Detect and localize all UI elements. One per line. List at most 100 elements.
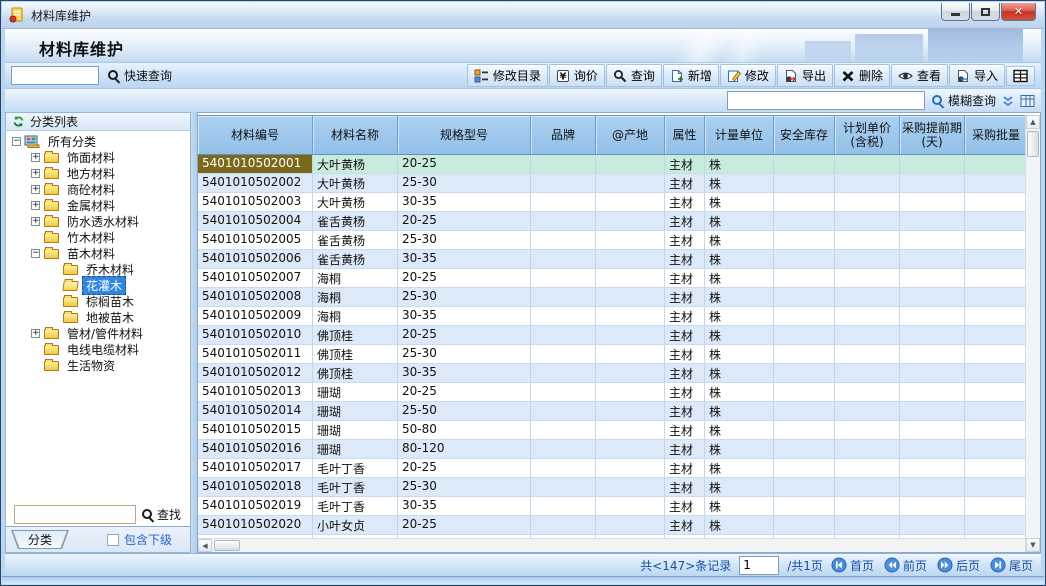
table-row[interactable]: 5401010502010佛顶桂20-25主材株 [198, 326, 1028, 345]
column-header-6[interactable]: 属性 [665, 115, 705, 155]
column-header-4[interactable]: 品牌 [531, 115, 596, 155]
chevron-double-down-icon[interactable] [1002, 95, 1014, 107]
column-header-10[interactable]: 采购提前期(天) [900, 115, 965, 155]
quick-search-input[interactable] [11, 66, 99, 85]
maximize-button[interactable] [971, 3, 1000, 21]
last-page-button[interactable]: 尾页 [990, 557, 1033, 574]
expand-icon[interactable]: + [31, 217, 40, 226]
table-cell: 30-35 [398, 307, 531, 326]
column-header-7[interactable]: 计量单位 [705, 115, 774, 155]
table-cell [774, 478, 835, 497]
expand-icon[interactable]: + [31, 169, 40, 178]
table-row[interactable]: 5401010502016珊瑚80-120主材株 [198, 440, 1028, 459]
window-bottom-edge [2, 576, 1044, 584]
collapse-icon[interactable]: − [31, 249, 40, 258]
include-sublevel-checkbox[interactable] [107, 534, 119, 546]
minimize-button[interactable] [941, 3, 970, 21]
close-button[interactable]: ✕ [1001, 3, 1036, 21]
column-header-8[interactable]: 安全库存 [774, 115, 835, 155]
column-header-3[interactable]: 规格型号 [398, 115, 531, 155]
table-row[interactable]: 5401010502009海桐30-35主材株 [198, 307, 1028, 326]
view-button[interactable]: 查看 [891, 64, 948, 87]
column-header-11[interactable]: 采购批量 [965, 115, 1028, 155]
table-cell [835, 516, 900, 535]
scroll-left-arrow[interactable]: ◀ [198, 539, 212, 552]
table-cell [596, 440, 665, 459]
next-page-button[interactable]: 后页 [937, 557, 980, 574]
vertical-scroll-thumb[interactable] [1027, 131, 1039, 157]
column-header-9[interactable]: 计划单价(含税) [835, 115, 900, 155]
grid-view-button[interactable] [1006, 66, 1035, 86]
find-button[interactable]: 查找 [141, 506, 181, 523]
import-button[interactable]: 导入 [949, 64, 1005, 87]
tab-category[interactable]: 分类 [11, 530, 69, 549]
collapse-icon[interactable]: − [12, 137, 21, 146]
expand-icon[interactable]: + [31, 153, 40, 162]
scroll-down-arrow[interactable]: ▼ [1026, 538, 1040, 552]
fuzzy-query-button[interactable]: 模糊查询 [931, 92, 996, 109]
table-row[interactable]: 5401010502012佛顶桂30-35主材株 [198, 364, 1028, 383]
expand-icon[interactable]: + [31, 201, 40, 210]
table-row[interactable]: 5401010502011佛顶桂25-30主材株 [198, 345, 1028, 364]
table-cell: 株 [705, 516, 774, 535]
modify-button[interactable]: 修改 [720, 64, 776, 87]
table-row[interactable]: 5401010502005雀舌黄杨25-30主材株 [198, 231, 1028, 250]
query-button[interactable]: 查询 [606, 64, 662, 87]
table-cell: 海桐 [313, 307, 398, 326]
table-row[interactable]: 5401010502017毛叶丁香20-25主材株 [198, 459, 1028, 478]
horizontal-scroll-thumb[interactable] [214, 540, 240, 551]
page-number-input[interactable] [739, 556, 779, 575]
table-cell [835, 193, 900, 212]
table-cell: 珊瑚 [313, 383, 398, 402]
table-cell [835, 231, 900, 250]
tree-find-input[interactable] [14, 505, 136, 524]
modify-catalog-button[interactable]: 修改目录 [467, 64, 548, 87]
table-row[interactable]: 5401010502020小叶女贞20-25主材株 [198, 516, 1028, 535]
delete-button[interactable]: 删除 [834, 64, 890, 87]
table-cell [965, 307, 1028, 326]
table-row[interactable]: 5401010502007海桐20-25主材株 [198, 269, 1028, 288]
expand-icon[interactable]: + [31, 329, 40, 338]
inquiry-button[interactable]: ¥询价 [549, 64, 605, 87]
table-cell [835, 288, 900, 307]
first-page-button[interactable]: 首页 [831, 557, 874, 574]
table-row[interactable]: 5401010502014珊瑚25-50主材株 [198, 402, 1028, 421]
table-cell: 株 [705, 250, 774, 269]
scroll-up-arrow[interactable]: ▲ [1026, 115, 1040, 129]
prev-page-button[interactable]: 前页 [884, 557, 927, 574]
fuzzy-search-input[interactable] [727, 91, 925, 110]
column-header-2[interactable]: 材料名称 [313, 115, 398, 155]
table-row[interactable]: 5401010502002大叶黄杨25-30主材株 [198, 174, 1028, 193]
table-row[interactable]: 5401010502003大叶黄杨30-35主材株 [198, 193, 1028, 212]
export-button[interactable]: 导出 [777, 64, 833, 87]
table-row[interactable]: 5401010502001大叶黄杨20-25主材株 [198, 155, 1028, 174]
table-row[interactable]: 5401010502013珊瑚20-25主材株 [198, 383, 1028, 402]
table-row[interactable]: 5401010502019毛叶丁香30-35主材株 [198, 497, 1028, 516]
table-cell [965, 250, 1028, 269]
table-cell [596, 193, 665, 212]
table-cell [774, 307, 835, 326]
column-header-1[interactable]: 材料编号 [198, 115, 313, 155]
table-row[interactable]: 5401010502004雀舌黄杨20-25主材株 [198, 212, 1028, 231]
quick-query-button[interactable]: 快速查询 [107, 67, 172, 84]
expand-icon[interactable]: + [31, 185, 40, 194]
table-row[interactable]: 5401010502008海桐25-30主材株 [198, 288, 1028, 307]
add-button[interactable]: 新增 [663, 64, 719, 87]
table-row[interactable]: 5401010502015珊瑚50-80主材株 [198, 421, 1028, 440]
table-row[interactable]: 5401010502018毛叶丁香25-30主材株 [198, 478, 1028, 497]
column-header-5[interactable]: @产地 [596, 115, 665, 155]
filter-toolbar: 模糊查询 [5, 89, 1041, 112]
table-cell [835, 269, 900, 288]
table-row[interactable]: 5401010502006雀舌黄杨30-35主材株 [198, 250, 1028, 269]
tree-node-生活物资[interactable]: 生活物资 [6, 357, 190, 373]
page-header: 材料库维护 [5, 29, 1041, 63]
column-settings-icon[interactable] [1020, 94, 1035, 108]
table-cell [531, 402, 596, 421]
table-cell: 主材 [665, 383, 705, 402]
refresh-icon[interactable] [12, 115, 25, 128]
table-cell [965, 516, 1028, 535]
maximize-icon [981, 8, 990, 16]
table-cell [900, 155, 965, 174]
table-cell: 主材 [665, 269, 705, 288]
titlebar[interactable]: 材料库维护 ✕ [2, 2, 1044, 29]
